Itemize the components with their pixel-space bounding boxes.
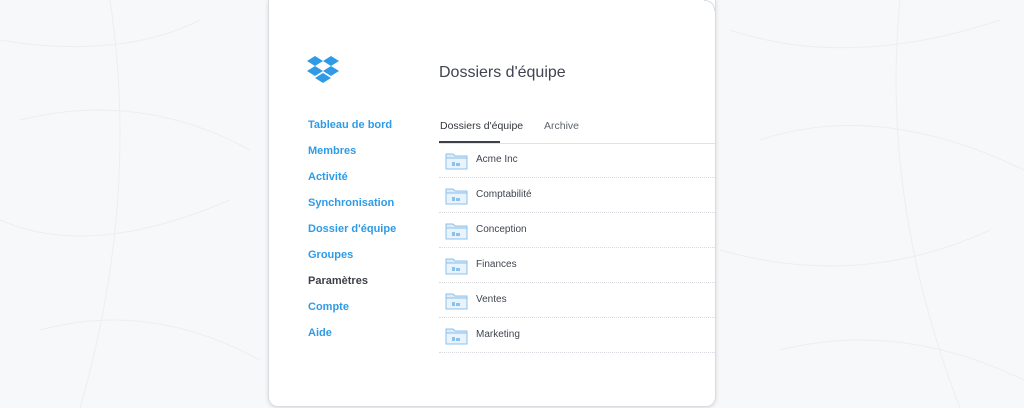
- team-folder-icon: [445, 188, 468, 205]
- tab-bar: Dossiers d'équipe Archive: [439, 118, 715, 144]
- sidebar-item-synchronisation[interactable]: Synchronisation: [308, 190, 396, 216]
- list-item[interactable]: Comptabilité: [439, 178, 715, 213]
- sidebar-item-activite[interactable]: Activité: [308, 164, 396, 190]
- tab-archive[interactable]: Archive: [544, 120, 579, 132]
- folder-name: Comptabilité: [476, 189, 532, 200]
- folder-name: Ventes: [476, 294, 507, 305]
- tab-dossiers-equipe[interactable]: Dossiers d'équipe: [440, 120, 523, 132]
- sidebar-item-membres[interactable]: Membres: [308, 138, 396, 164]
- sidebar-item-groupes[interactable]: Groupes: [308, 242, 396, 268]
- team-folder-icon: [445, 258, 468, 275]
- sidebar-item-compte[interactable]: Compte: [308, 294, 396, 320]
- list-item[interactable]: Ventes: [439, 283, 715, 318]
- admin-panel: Tableau de bord Membres Activité Synchro…: [268, 0, 716, 407]
- page-title: Dossiers d'équipe: [439, 64, 566, 81]
- sidebar-nav: Tableau de bord Membres Activité Synchro…: [308, 112, 396, 346]
- folder-list: Acme Inc Comptabilité Conception Finance…: [439, 143, 715, 353]
- list-item[interactable]: Marketing: [439, 318, 715, 353]
- sidebar-item-dossier-equipe[interactable]: Dossier d'équipe: [308, 216, 396, 242]
- folder-name: Acme Inc: [476, 154, 518, 165]
- folder-name: Conception: [476, 224, 527, 235]
- team-folder-icon: [445, 223, 468, 240]
- sidebar-item-aide[interactable]: Aide: [308, 320, 396, 346]
- team-folder-icon: [445, 328, 468, 345]
- team-folder-icon: [445, 293, 468, 310]
- folder-name: Marketing: [476, 329, 520, 340]
- list-item[interactable]: Acme Inc: [439, 143, 715, 178]
- team-folder-icon: [445, 153, 468, 170]
- list-item[interactable]: Conception: [439, 213, 715, 248]
- sidebar-item-tableau-de-bord[interactable]: Tableau de bord: [308, 112, 396, 138]
- dropbox-logo-icon[interactable]: [307, 56, 339, 86]
- folder-name: Finances: [476, 259, 517, 270]
- list-item[interactable]: Finances: [439, 248, 715, 283]
- sidebar-item-parametres[interactable]: Paramètres: [308, 268, 396, 294]
